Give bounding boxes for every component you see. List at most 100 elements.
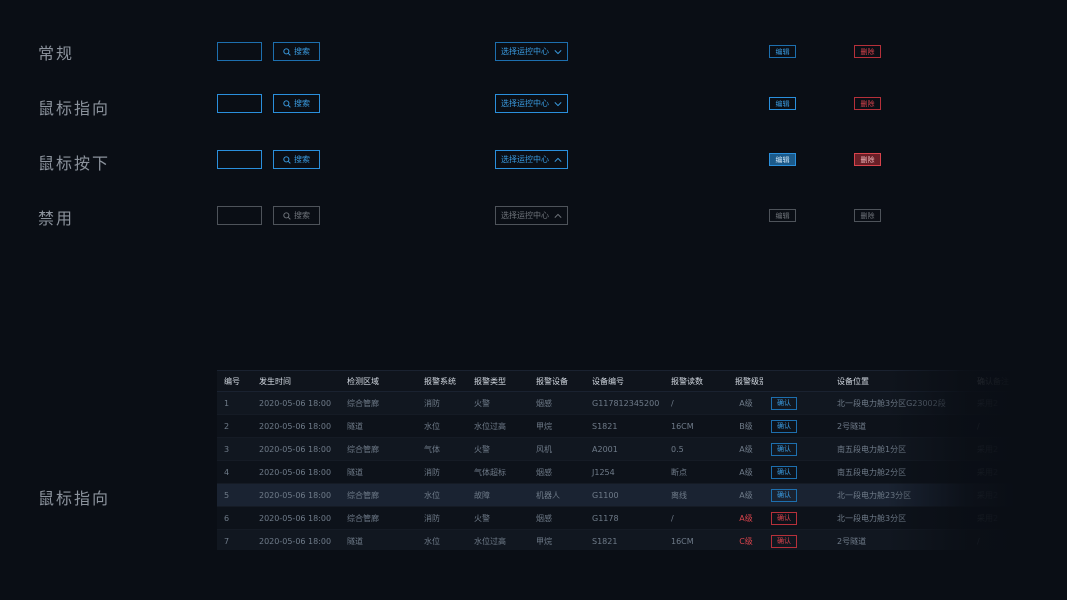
cell-type: 火警 <box>467 391 529 415</box>
table-row[interactable]: 1 2020-05-06 18:00 综合管廊 消防 火警 烟感 G117812345200… <box>217 391 1017 415</box>
edit-button: 编辑 <box>769 209 796 222</box>
confirm-button[interactable]: 确认 <box>771 488 797 502</box>
column-header: 报警设备 <box>529 370 585 392</box>
search-icon <box>283 47 291 56</box>
cell-location: 2号隧道 <box>830 529 970 550</box>
table-row[interactable]: 6 2020-05-06 18:00 综合管廊 消防 火警 烟感 G1178/A级 确认 北一段… <box>217 506 1017 530</box>
select-label: 选择运控中心 <box>501 155 549 164</box>
column-header: 报警系统 <box>417 370 467 392</box>
search-button[interactable]: 搜索 <box>273 150 320 169</box>
cell-reading: 16CM <box>664 529 728 550</box>
delete-button[interactable]: 删除 <box>854 153 881 166</box>
confirm-button[interactable]: 确认 <box>771 534 797 548</box>
cell-location: 北一段电力舱3分区 <box>830 506 970 530</box>
table-state-label: 鼠标指向 <box>38 489 111 508</box>
cell-code: S1821 <box>585 414 664 438</box>
edit-button[interactable]: 编辑 <box>769 97 796 110</box>
text-input[interactable] <box>217 94 262 113</box>
state-label: 鼠标指向 <box>38 99 111 118</box>
confirm-button[interactable]: 确认 <box>771 442 797 456</box>
cell-area: 隧道 <box>340 414 417 438</box>
cell-level: A级 <box>728 391 764 415</box>
search-button-label: 搜索 <box>294 47 310 56</box>
cell-area: 综合管廊 <box>340 437 417 461</box>
column-header: 检测区域 <box>340 370 417 392</box>
cell-id: 3 <box>217 437 252 461</box>
text-input[interactable] <box>217 150 262 169</box>
cell-device: 风机 <box>529 437 585 461</box>
table-row[interactable]: 5 2020-05-06 18:00 综合管廊 水位 故障 机器人 G1100 离线 A级 确认 北… <box>217 483 1017 507</box>
cell-id: 7 <box>217 529 252 550</box>
cell-note: / <box>970 414 1017 438</box>
cell-note: 采用2 <box>970 391 1017 415</box>
column-header: 设备位置 <box>830 370 970 392</box>
cell-system: 水位 <box>417 414 467 438</box>
center-select[interactable]: 选择运控中心 <box>495 150 568 169</box>
cell-code: A2001 <box>585 437 664 461</box>
cell-action: 确认 <box>764 460 830 484</box>
cell-action: 确认 <box>764 529 830 550</box>
select-label: 选择运控中心 <box>501 211 549 220</box>
search-icon <box>283 99 291 108</box>
delete-button[interactable]: 删除 <box>854 97 881 110</box>
cell-level: A级 <box>728 460 764 484</box>
text-input <box>217 206 262 225</box>
center-select: 选择运控中心 <box>495 206 568 225</box>
search-button-label: 搜索 <box>294 155 310 164</box>
confirm-button[interactable]: 确认 <box>771 419 797 433</box>
select-label: 选择运控中心 <box>501 99 549 108</box>
search-button[interactable]: 搜索 <box>273 94 320 113</box>
cell-action: 确认 <box>764 506 830 530</box>
center-select[interactable]: 选择运控中心 <box>495 94 568 113</box>
cell-area: 隧道 <box>340 529 417 550</box>
cell-type: 火警 <box>467 437 529 461</box>
cell-reading: / <box>664 506 728 530</box>
search-button[interactable]: 搜索 <box>273 42 320 61</box>
cell-id: 6 <box>217 506 252 530</box>
cell-note: 采用2 <box>970 437 1017 461</box>
cell-system: 消防 <box>417 506 467 530</box>
cell-time: 2020-05-06 18:00 <box>252 437 340 461</box>
edit-button[interactable]: 编辑 <box>769 45 796 58</box>
search-icon <box>283 155 291 164</box>
cell-type: 火警 <box>467 506 529 530</box>
cell-note: 采用2 <box>970 483 1017 507</box>
cell-note: 采用2 <box>970 506 1017 530</box>
cell-code: G1100 <box>585 483 664 507</box>
text-input[interactable] <box>217 42 262 61</box>
search-button-label: 搜索 <box>294 211 310 220</box>
cell-reading: / <box>664 391 728 415</box>
cell-system: 水位 <box>417 483 467 507</box>
confirm-button[interactable]: 确认 <box>771 396 797 410</box>
state-label: 鼠标按下 <box>38 154 111 173</box>
cell-location: 2号隧道 <box>830 414 970 438</box>
column-header: 设备编号 <box>585 370 664 392</box>
delete-button[interactable]: 删除 <box>854 45 881 58</box>
cell-system: 气体 <box>417 437 467 461</box>
cell-time: 2020-05-06 18:00 <box>252 483 340 507</box>
table-row[interactable]: 3 2020-05-06 18:00 综合管廊 气体 火警 风机 A2001 0.5 A级 确认 南… <box>217 437 1017 461</box>
chevron-up-icon <box>554 157 562 163</box>
cell-time: 2020-05-06 18:00 <box>252 414 340 438</box>
table-row[interactable]: 2 2020-05-06 18:00 隧道 水位 水位过高 甲烷 S1821 16CM B级 确认… <box>217 414 1017 438</box>
cell-device: 烟感 <box>529 391 585 415</box>
state-label: 禁用 <box>38 209 75 228</box>
cell-location: 南五段电力舱1分区 <box>830 437 970 461</box>
confirm-button[interactable]: 确认 <box>771 511 797 525</box>
edit-button[interactable]: 编辑 <box>769 153 796 166</box>
center-select[interactable]: 选择运控中心 <box>495 42 568 61</box>
cell-level: A级 <box>728 483 764 507</box>
cell-type: 气体超标 <box>467 460 529 484</box>
search-button: 搜索 <box>273 206 320 225</box>
table-row[interactable]: 7 2020-05-06 18:00 隧道 水位 水位过高 甲烷 S1821 16CM C级 确认… <box>217 529 1017 550</box>
cell-note: 采用2 <box>970 460 1017 484</box>
cell-time: 2020-05-06 18:00 <box>252 506 340 530</box>
confirm-button[interactable]: 确认 <box>771 465 797 479</box>
chevron-down-icon <box>554 49 562 55</box>
column-header <box>764 370 830 392</box>
cell-id: 5 <box>217 483 252 507</box>
cell-device: 烟感 <box>529 506 585 530</box>
cell-code: G1178 <box>585 506 664 530</box>
table-row[interactable]: 4 2020-05-06 18:00 隧道 消防 气体超标 烟感 J1254 断点 A级 确认 南五… <box>217 460 1017 484</box>
chevron-down-icon <box>554 101 562 107</box>
